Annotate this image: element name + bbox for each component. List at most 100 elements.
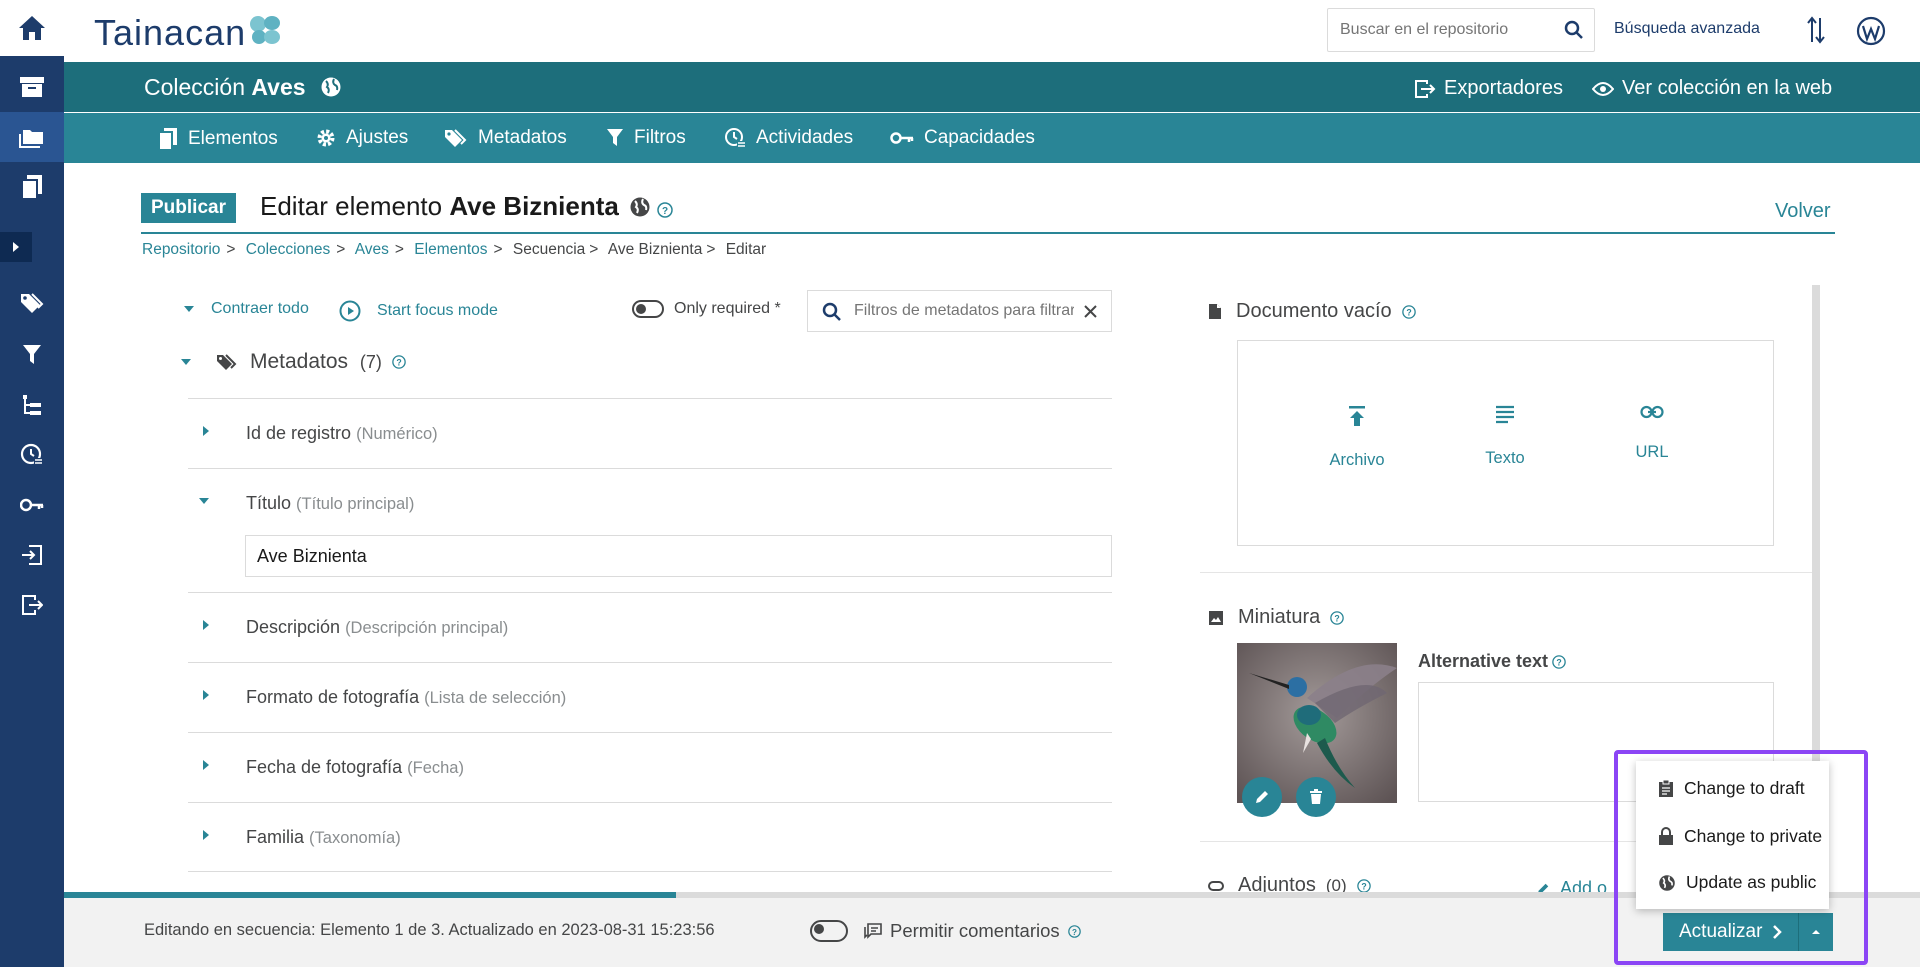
sidebar-expand-button[interactable] [0,232,32,262]
help-icon[interactable]: ? [1330,610,1345,625]
help-icon[interactable]: ? [1552,654,1566,669]
tab-filtros[interactable]: Filtros [606,127,686,149]
home-button[interactable] [0,0,64,56]
wordpress-icon[interactable] [1856,16,1886,46]
help-icon[interactable]: ? [1401,304,1416,319]
collapse-all-label: Contraer todo [211,300,309,317]
update-options-toggle[interactable] [1799,913,1833,951]
caret-right-icon [203,620,209,630]
sidebar-item-items[interactable] [0,162,64,212]
breadcrumb-item: Ave Biznienta [607,241,703,258]
metadata-label: Título [246,493,292,513]
metadata-item-formato[interactable]: Formato de fotografía (Lista de selecció… [188,662,1112,732]
collection-prefix: Colección [144,74,245,100]
delete-thumbnail-button[interactable] [1296,777,1336,817]
document-option-label: Archivo [1329,451,1385,469]
toggle-switch[interactable] [810,920,848,942]
thumbnail-header: Miniatura ? [1208,606,1345,629]
help-icon[interactable]: ? [1356,878,1371,893]
metadata-item-descripcion[interactable]: Descripción (Descripción principal) [188,592,1112,662]
menu-item-change-to-draft[interactable]: Change to draft [1658,778,1805,799]
sidebar-item-capabilities[interactable] [0,480,64,530]
tab-ajustes[interactable]: Ajustes [316,127,408,149]
title-field[interactable] [245,535,1112,577]
caret-right-icon [203,760,209,770]
archive-icon [20,77,44,97]
filter-icon [607,129,623,146]
pencil-icon [1256,791,1268,803]
search-icon [822,302,841,321]
menu-item-update-as-public[interactable]: Update as public [1658,872,1816,893]
view-collection-label: Ver colección en la web [1622,77,1833,99]
metadata-item-familia[interactable]: Familia (Taxonomía) [188,802,1112,872]
metadata-item-id[interactable]: Id de registro (Numérico) [188,398,1112,468]
close-icon[interactable] [1084,305,1097,318]
menu-item-change-to-private[interactable]: Change to private [1658,826,1822,847]
paperclip-icon [1208,880,1224,891]
focus-mode-button[interactable]: Start focus mode [339,300,498,322]
focus-mode-label: Start focus mode [377,302,498,319]
metadata-type: (Fecha) [407,759,464,777]
sidebar-item-importers[interactable] [0,530,64,580]
document-option-text[interactable]: Texto [1445,405,1565,468]
alt-text-label: Alternative text ? [1418,651,1566,672]
activity-icon [20,443,43,466]
sidebar-item-collections[interactable] [0,62,64,112]
metadata-section-header[interactable]: Metadatos (7) ? [180,350,406,374]
metadata-filter [807,290,1112,332]
file-icon [1209,304,1221,319]
document-option-url[interactable]: URL [1592,405,1712,462]
help-icon[interactable]: ? [392,355,406,369]
sidebar-item-exporters[interactable] [0,580,64,630]
sidebar-item-folders[interactable] [0,112,64,162]
only-required-label: Only required * [674,300,781,317]
breadcrumb-colecciones[interactable]: Colecciones [246,241,330,258]
toggle-switch[interactable] [632,300,664,318]
document-options: Archivo Texto URL [1237,340,1774,546]
update-button[interactable]: Actualizar [1663,913,1800,951]
back-link[interactable]: Volver [1775,200,1831,223]
tags-icon [217,354,237,370]
collapse-all-button[interactable]: Contraer todo [183,300,309,318]
view-collection-link[interactable]: Ver colección en la web [1592,77,1832,100]
import-icon [22,545,42,565]
tab-actividades[interactable]: Actividades [724,127,853,149]
sidebar-item-metadata[interactable] [0,278,64,328]
comments-toggle[interactable]: Permitir comentarios ? [810,920,1081,942]
exporters-link[interactable]: Exportadores [1414,77,1563,100]
sort-arrows-icon[interactable] [1806,16,1826,44]
sidebar-item-activities[interactable] [0,430,64,480]
metadata-item-titulo[interactable]: Título (Título principal) [188,468,1112,592]
tainacan-logo[interactable]: Tainacan [94,12,246,54]
document-option-label: Texto [1485,449,1525,467]
breadcrumb: Repositorio > Colecciones > Aves > Elemento… [142,241,767,258]
tab-label: Filtros [634,127,686,148]
breadcrumb-repositorio[interactable]: Repositorio [142,241,220,258]
breadcrumb-secuencia: Secuencia [512,241,586,258]
metadata-type: (Título principal) [296,495,415,513]
caret-right-icon [203,830,209,840]
comments-label: Permitir comentarios [890,920,1060,941]
metadata-filter-input[interactable] [854,302,1074,320]
breadcrumb-aves[interactable]: Aves [355,241,389,258]
help-icon[interactable]: ? [1067,924,1081,938]
advanced-search-link[interactable]: Búsqueda avanzada [1614,20,1760,38]
edit-thumbnail-button[interactable] [1242,777,1282,817]
tab-capacidades[interactable]: Capacidades [890,127,1035,149]
metadata-count: (7) [359,352,382,372]
metadata-item-fecha[interactable]: Fecha de fotografía (Fecha) [188,732,1112,802]
sidebar-item-filters[interactable] [0,330,64,380]
tab-metadatos[interactable]: Metadatos [444,127,567,149]
search-icon[interactable] [1564,20,1584,40]
document-option-file[interactable]: Archivo [1297,405,1417,470]
collection-tabs: Elementos Ajustes Metadatos Filtros Acti… [64,113,1920,163]
tab-elementos[interactable]: Elementos [158,127,278,151]
repository-search-input[interactable] [1328,9,1548,51]
home-icon [19,16,45,40]
metadata-label: Familia [246,827,305,847]
only-required-toggle[interactable]: Only required * [632,300,781,318]
sidebar-item-taxonomies[interactable] [0,380,64,430]
exporters-label: Exportadores [1444,77,1563,99]
breadcrumb-elementos[interactable]: Elementos [414,241,487,258]
help-icon[interactable]: ? [657,201,673,218]
